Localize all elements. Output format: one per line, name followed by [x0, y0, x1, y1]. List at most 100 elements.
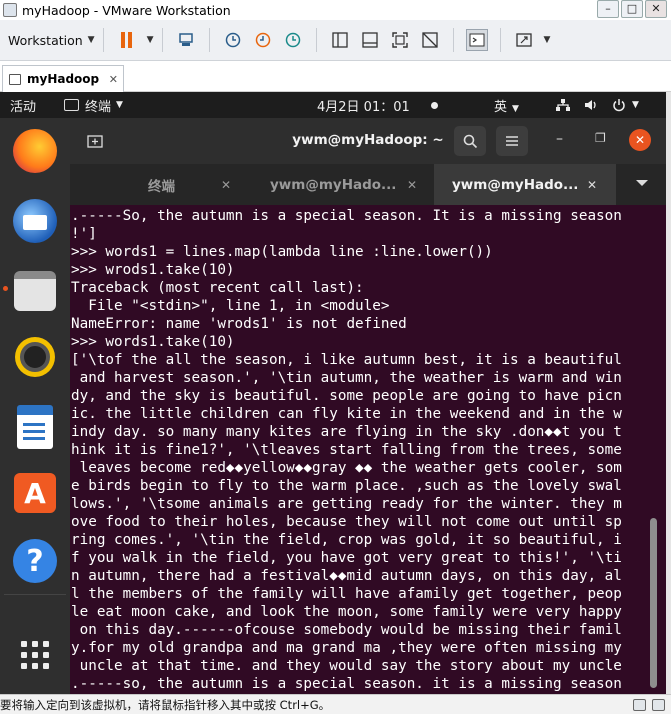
vm-tab-myhadoop[interactable]: myHadoop ✕	[2, 65, 124, 92]
terminal-line: ove food to their holes, because they wi…	[71, 514, 622, 530]
close-tab-icon[interactable]: ✕	[221, 178, 231, 192]
terminal-text: .-----So, the autumn is a special season…	[71, 207, 622, 693]
search-icon	[463, 134, 477, 148]
terminal-line: ['\tof the all the season, i like autumn…	[71, 352, 622, 368]
terminal-tab-3[interactable]: ywm@myHado... ✕	[434, 164, 616, 205]
terminal-title: ywm@myHadoop: ~	[292, 132, 444, 148]
terminal-tab-label: 终端	[148, 178, 175, 195]
terminal-tab-1[interactable]: 终端 ✕	[70, 164, 246, 205]
device-status-icon[interactable]	[652, 698, 665, 711]
maximize-button[interactable]: □	[621, 0, 643, 18]
terminal-line: e birds begin to fly to the warm place. …	[71, 478, 622, 494]
terminal-line: and harvest season.', '\tin autumn, the …	[71, 370, 622, 386]
dock-rhythmbox[interactable]	[8, 330, 62, 384]
firefox-icon	[13, 129, 57, 173]
vm-frame-edge	[666, 92, 671, 694]
vmware-app-icon	[3, 3, 17, 17]
revert-snapshot-icon[interactable]	[252, 29, 274, 51]
thunderbird-icon	[13, 199, 57, 243]
status-message: 要将输入定向到该虚拟机，请将鼠标指针移入其中或按 Ctrl+G。	[0, 697, 331, 712]
activities-button[interactable]: 活动	[10, 96, 36, 115]
app-menu[interactable]: 终端 ▼	[64, 96, 123, 115]
stretch-dropdown-icon[interactable]: ▼	[544, 35, 551, 45]
libreoffice-writer-icon	[17, 405, 53, 449]
dock-files[interactable]	[8, 264, 62, 318]
chevron-down-icon: ▼	[116, 100, 123, 110]
show-applications-icon	[21, 641, 49, 669]
close-button[interactable]: ✕	[645, 0, 667, 18]
power-dropdown-icon[interactable]: ▼	[147, 35, 154, 45]
terminal-tab-2[interactable]: ywm@myHado... ✕	[246, 164, 434, 205]
terminal-line: ring comes.', '\tin the field, crop was …	[71, 532, 622, 548]
toolbar-separator	[452, 28, 454, 52]
chevron-down-icon: ▼	[512, 103, 519, 114]
snapshot-manager-icon[interactable]	[282, 29, 304, 51]
device-status-icon[interactable]	[633, 698, 646, 711]
terminal-icon	[64, 99, 80, 111]
pause-icon	[121, 32, 133, 48]
files-icon	[14, 271, 56, 311]
close-tab-icon[interactable]: ✕	[109, 73, 118, 86]
terminal-line: NameError: name 'wrods1' is not defined	[71, 316, 407, 332]
hamburger-menu-button[interactable]	[496, 126, 528, 156]
terminal-output[interactable]: .-----So, the autumn is a special season…	[70, 205, 666, 694]
send-ctrl-alt-del-icon[interactable]	[175, 29, 197, 51]
terminal-line: n autumn, there had a festival◆◆mid autu…	[71, 568, 622, 584]
vmware-title-bar: myHadoop - VMware Workstation – □ ✕	[0, 0, 671, 20]
volume-icon	[585, 100, 596, 110]
minimize-button[interactable]: –	[597, 0, 619, 18]
network-icon	[556, 99, 570, 111]
close-tab-icon[interactable]: ✕	[407, 178, 417, 192]
terminal-maximize-button[interactable]: ❐	[595, 131, 606, 145]
vmware-toolbar: Workstation ▼ ▼ ▼	[0, 20, 671, 61]
terminal-line: !']	[71, 226, 97, 242]
terminal-line: le eat moon cake, and look the moon, som…	[71, 604, 622, 620]
terminal-line: ic. the little children can fly kite in …	[71, 406, 622, 422]
workstation-menu[interactable]: Workstation ▼	[8, 33, 95, 48]
tabs-menu-icon[interactable]	[636, 180, 648, 186]
dock-firefox[interactable]	[8, 124, 62, 178]
console-view-icon[interactable]	[465, 29, 488, 51]
terminal-line: Traceback (most recent call last):	[71, 280, 364, 296]
clock[interactable]: 4月2日 01：01	[317, 96, 410, 115]
snapshot-icon[interactable]	[222, 29, 244, 51]
terminal-line: .-----so, the autumn is a special season…	[71, 676, 622, 692]
terminal-line: y.for my old grandpa and ma grand ma ,th…	[71, 640, 622, 656]
terminal-line: >>> wrods1.take(10)	[71, 262, 235, 278]
dock-separator	[4, 594, 66, 595]
workstation-menu-label: Workstation	[8, 32, 83, 48]
dock-thunderbird[interactable]	[8, 194, 62, 248]
app-menu-label: 终端	[85, 99, 112, 115]
pause-vm-button[interactable]	[116, 29, 138, 51]
dock-libreoffice-writer[interactable]	[8, 400, 62, 454]
show-library-icon[interactable]	[329, 29, 351, 51]
search-button[interactable]	[454, 126, 486, 156]
thumbnail-bar-icon[interactable]	[359, 29, 381, 51]
terminal-close-button[interactable]: ✕	[629, 129, 651, 151]
close-tab-icon[interactable]: ✕	[587, 178, 597, 192]
terminal-line: >>> words1.take(10)	[71, 334, 235, 350]
full-screen-icon[interactable]	[389, 29, 411, 51]
vm-icon	[9, 73, 21, 85]
input-method-label: 英	[494, 99, 508, 115]
toolbar-separator	[208, 28, 210, 52]
terminal-line: l the members of the family will have af…	[71, 586, 622, 602]
dock-ubuntu-software[interactable]: A	[8, 466, 62, 520]
vmware-tab-bar: myHadoop ✕	[0, 61, 671, 92]
power-icon	[613, 99, 625, 112]
stretch-guest-icon[interactable]	[513, 29, 535, 51]
rhythmbox-icon	[15, 337, 55, 377]
system-menu[interactable]: ▼	[556, 98, 639, 112]
dock-help[interactable]: ?	[8, 534, 62, 588]
terminal-scrollbar[interactable]	[650, 518, 657, 688]
vmware-status-bar: 要将输入定向到该虚拟机，请将鼠标指针移入其中或按 Ctrl+G。	[0, 694, 671, 714]
terminal-tab-label: ywm@myHado...	[270, 176, 397, 193]
vm-tab-label: myHadoop	[27, 72, 100, 86]
unity-mode-icon[interactable]	[419, 29, 441, 51]
menu-icon	[506, 136, 518, 146]
input-method-indicator[interactable]: 英 ▼	[494, 96, 519, 115]
terminal-line: .-----So, the autumn is a special season…	[71, 208, 622, 224]
terminal-line: f you walk in the field, you have got ve…	[71, 550, 622, 566]
dock-show-applications[interactable]	[8, 628, 62, 682]
terminal-minimize-button[interactable]: –	[556, 131, 563, 147]
